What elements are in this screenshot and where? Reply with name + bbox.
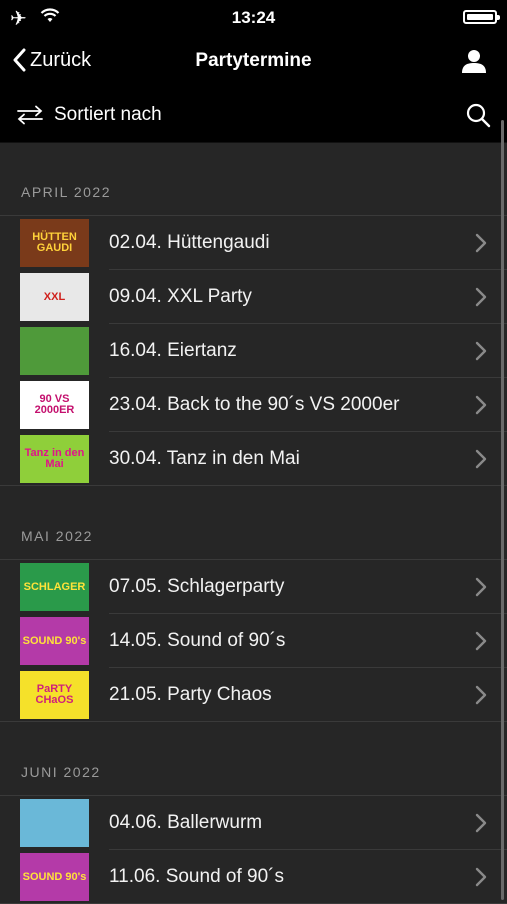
list-item[interactable]: Tanz in den Mai 30.04. Tanz in den Mai [0,432,507,486]
event-thumbnail: XXL [20,273,89,321]
event-label: 02.04. Hüttengaudi [109,232,270,253]
chevron-right-icon [475,341,487,361]
profile-icon[interactable] [461,48,487,74]
event-thumbnail [20,799,89,847]
list-item[interactable]: 90 VS 2000ER 23.04. Back to the 90´s VS 2… [0,378,507,432]
chevron-right-icon [475,395,487,415]
list-item[interactable]: 16.04. Eiertanz [0,324,507,378]
event-thumbnail [20,327,89,375]
chevron-right-icon [475,577,487,597]
event-label: 21.05. Party Chaos [109,684,272,705]
event-thumbnail: PaRTY CHaOS [20,671,89,719]
battery-icon [463,10,500,24]
event-label: 14.05. Sound of 90´s [109,630,286,651]
status-time: 13:24 [231,8,276,27]
list-item[interactable]: SOUND 90's 14.05. Sound of 90´s [0,614,507,668]
list-item[interactable]: PaRTY CHaOS 21.05. Party Chaos [0,668,507,722]
event-thumbnail: SOUND 90's [20,617,89,665]
event-label: 04.06. Ballerwurm [109,812,263,833]
row-divider [0,721,507,722]
event-label: 07.05. Schlagerparty [109,576,285,597]
event-thumbnail: HÜTTEN GAUDI [20,219,89,267]
list-item[interactable]: HÜTTEN GAUDI 02.04. Hüttengaudi [0,216,507,270]
event-label: 23.04. Back to the 90´s VS 2000er [109,394,400,415]
section-header: JUNI 2022 [0,722,507,796]
row-divider [0,485,507,486]
chevron-right-icon [475,631,487,651]
sort-button[interactable]: Sortiert nach [16,104,162,126]
chevron-right-icon [475,233,487,253]
search-icon[interactable] [465,102,491,128]
event-thumbnail: SOUND 90's [20,853,89,901]
section-header: MAI 2022 [0,486,507,560]
navigation-bar: Zurück Partytermine [0,34,507,90]
event-label: 16.04. Eiertanz [109,340,237,361]
chevron-left-icon [13,48,26,72]
sort-bar: Sortiert nach [0,90,507,143]
chevron-right-icon [475,813,487,833]
list-item[interactable]: SCHLAGER 07.05. Schlagerparty [0,560,507,614]
list-item[interactable]: XXL 09.04. XXL Party [0,270,507,324]
chevron-right-icon [475,867,487,887]
sort-arrows-icon [17,105,43,125]
list-item[interactable]: SOUND 90's 11.06. Sound of 90´s [0,850,507,904]
list-item[interactable]: 04.06. Ballerwurm [0,796,507,850]
back-button[interactable]: Zurück [12,48,91,72]
chevron-right-icon [475,287,487,307]
event-thumbnail: Tanz in den Mai [20,435,89,483]
party-list: APRIL 2022 HÜTTEN GAUDI 02.04. Hüttengaudi… [0,142,507,904]
section-header: APRIL 2022 [0,142,507,216]
event-label: 09.04. XXL Party [109,286,252,307]
status-bar: ✈ 13:24 [0,0,507,34]
event-thumbnail: 90 VS 2000ER [20,381,89,429]
chevron-right-icon [475,685,487,705]
scrollbar[interactable] [501,120,504,900]
event-label: 11.06. Sound of 90´s [109,866,284,887]
sort-label: Sortiert nach [54,104,162,125]
event-label: 30.04. Tanz in den Mai [109,448,300,469]
event-thumbnail: SCHLAGER [20,563,89,611]
chevron-right-icon [475,449,487,469]
back-button-label: Zurück [30,48,92,71]
